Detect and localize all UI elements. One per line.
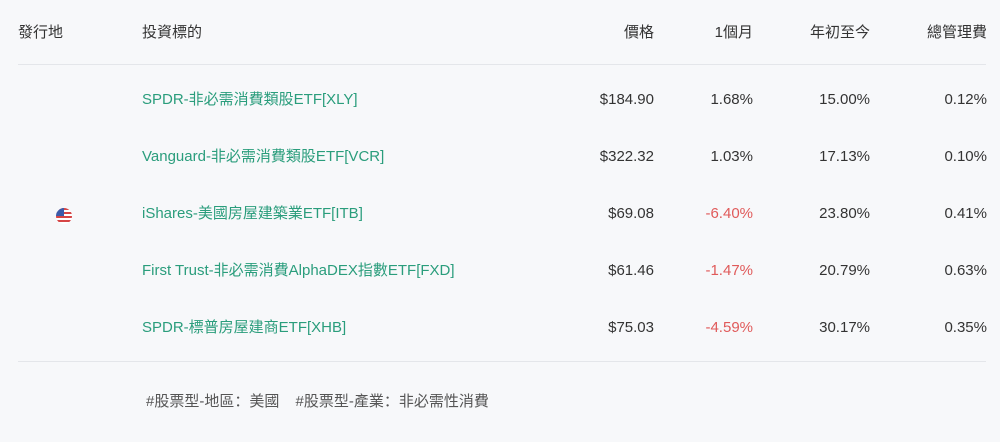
- etf-ytd-return: 23.80%: [819, 205, 870, 222]
- etf-1-month-return: 1.03%: [710, 148, 753, 165]
- etf-1-month-return: 1.68%: [710, 91, 753, 108]
- etf-name-link[interactable]: Vanguard-非必需消費類股ETF[VCR]: [142, 148, 384, 166]
- footer-divider: [18, 361, 986, 362]
- header-target: 投資標的: [142, 24, 203, 41]
- table-row: iShares-美國房屋建築業ETF[ITB] $69.08 -6.40% 23…: [0, 185, 1000, 242]
- etf-name-link[interactable]: iShares-美國房屋建築業ETF[ITB]: [142, 205, 363, 223]
- table-row: SPDR-標普房屋建商ETF[XHB] $75.03 -4.59% 30.17%…: [0, 299, 1000, 356]
- etf-price: $322.32: [599, 148, 654, 165]
- etf-management-fee: 0.63%: [944, 262, 987, 279]
- etf-price: $75.03: [608, 319, 654, 336]
- etf-management-fee: 0.41%: [944, 205, 987, 222]
- etf-name-link[interactable]: SPDR-標普房屋建商ETF[XHB]: [142, 319, 346, 337]
- etf-name-link[interactable]: SPDR-非必需消費類股ETF[XLY]: [142, 91, 358, 109]
- table-row: SPDR-非必需消費類股ETF[XLY] $184.90 1.68% 15.00…: [0, 71, 1000, 128]
- etf-price: $61.46: [608, 262, 654, 279]
- header-ytd: 年初至今: [809, 24, 870, 41]
- etf-management-fee: 0.10%: [944, 148, 987, 165]
- tag-region-us[interactable]: #股票型-地區：美國: [146, 393, 279, 410]
- header-price: 價格: [623, 24, 654, 41]
- etf-table-body: SPDR-非必需消費類股ETF[XLY] $184.90 1.68% 15.00…: [0, 71, 1000, 358]
- etf-price: $184.90: [599, 91, 654, 108]
- etf-name-link[interactable]: First Trust-非必需消費AlphaDEX指數ETF[FXD]: [142, 262, 455, 280]
- tag-industry-consumer-discretionary[interactable]: #股票型-產業：非必需性消費: [296, 393, 489, 410]
- etf-management-fee: 0.35%: [944, 319, 987, 336]
- header-1-month: 1個月: [714, 24, 753, 41]
- etf-ytd-return: 30.17%: [819, 319, 870, 336]
- header-issuer: 發行地: [18, 24, 64, 41]
- etf-ytd-return: 15.00%: [819, 91, 870, 108]
- etf-1-month-return: -1.47%: [705, 262, 753, 279]
- etf-1-month-return: -6.40%: [705, 205, 753, 222]
- header-divider: [18, 64, 986, 65]
- etf-management-fee: 0.12%: [944, 91, 987, 108]
- table-row: First Trust-非必需消費AlphaDEX指數ETF[FXD] $61.…: [0, 242, 1000, 299]
- etf-ytd-return: 20.79%: [819, 262, 870, 279]
- etf-ytd-return: 17.13%: [819, 148, 870, 165]
- etf-price: $69.08: [608, 205, 654, 222]
- table-row: Vanguard-非必需消費類股ETF[VCR] $322.32 1.03% 1…: [0, 128, 1000, 185]
- table-header: 發行地 投資標的 價格 1個月 年初至今 總管理費: [0, 0, 1000, 64]
- tag-list: #股票型-地區：美國 #股票型-產業：非必需性消費: [146, 390, 501, 411]
- header-management-fee: 總管理費: [926, 24, 987, 41]
- etf-1-month-return: -4.59%: [705, 319, 753, 336]
